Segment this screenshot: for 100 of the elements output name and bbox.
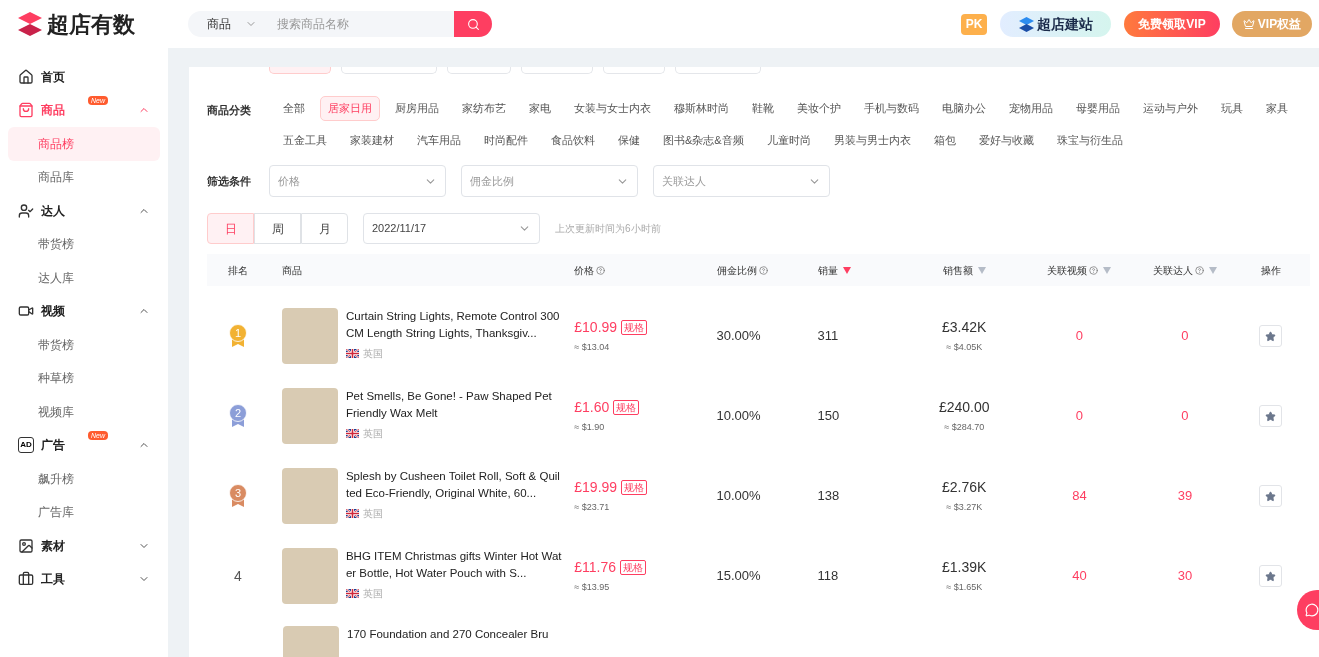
filter-pill[interactable] <box>675 67 761 74</box>
creator-count[interactable]: 0 <box>1181 406 1189 426</box>
category-tag[interactable]: 图书&杂志&音频 <box>655 128 752 153</box>
category-tag[interactable]: 家装建材 <box>342 128 402 153</box>
favorite-button[interactable] <box>1259 325 1283 347</box>
product-name[interactable]: 170 Foundation and 270 Concealer Bru <box>347 626 563 643</box>
country-label: 英国 <box>362 347 383 361</box>
product-name[interactable]: Curtain String Lights, Remote Control 300CM Length String Lights, Thanksgiv... <box>345 308 562 342</box>
nav-item[interactable]: 广告 <box>41 436 65 455</box>
category-tag[interactable]: 保健 <box>610 128 648 153</box>
nav-subitem[interactable]: 带货榜 <box>8 227 160 261</box>
category-tag[interactable]: 电脑办公 <box>934 96 994 121</box>
nav-subitem[interactable]: 广告库 <box>8 495 160 529</box>
favorite-button[interactable] <box>1259 565 1283 587</box>
commission-rate: 10.00% <box>716 487 761 506</box>
column-heading[interactable]: 销售额 <box>942 262 973 278</box>
creator-count[interactable]: 30 <box>1177 566 1193 586</box>
nav-subitem[interactable]: 带货榜 <box>8 328 160 362</box>
category-tag[interactable]: 母婴用品 <box>1068 96 1128 121</box>
filter-pill[interactable] <box>269 67 331 74</box>
nav-item[interactable]: 首页 <box>41 67 65 86</box>
photo-placeholder <box>281 468 338 524</box>
column-heading: 操作 <box>1260 263 1281 278</box>
logo-text: 超店有数 <box>47 10 135 39</box>
spec-tag[interactable]: 规格 <box>621 320 648 336</box>
help-icon <box>1194 265 1204 275</box>
category-tag[interactable]: 美妆个护 <box>789 96 849 121</box>
update-note: 上次更新时间为6小时前 <box>555 222 661 236</box>
period-tab[interactable]: 周 <box>254 213 301 244</box>
category-tag[interactable]: 五金工具 <box>275 128 335 153</box>
category-tag[interactable]: 家电 <box>521 96 559 121</box>
product-name[interactable]: Pet Smells, Be Gone! - Paw Shaped Pet Friendly Wax Melt <box>345 388 562 422</box>
column-heading[interactable]: 关联视频 <box>1047 262 1099 278</box>
star-icon <box>1265 410 1277 422</box>
search-bar[interactable]: 商品 搜索商品名称 <box>188 11 492 37</box>
category-tag[interactable]: 汽车用品 <box>409 128 469 153</box>
sort-arrow-icon[interactable] <box>1208 266 1217 274</box>
spec-tag[interactable]: 规格 <box>613 400 640 416</box>
search-field[interactable]: 搜索商品名称 <box>277 15 454 33</box>
creator-count[interactable]: 39 <box>1177 486 1193 506</box>
sort-arrow-icon[interactable] <box>977 266 986 274</box>
favorite-button[interactable] <box>1259 405 1283 427</box>
spec-tag[interactable]: 规格 <box>621 480 648 496</box>
nav-item[interactable]: 达人 <box>41 201 65 220</box>
nav-item[interactable]: 视频 <box>41 302 65 321</box>
nav-subitem[interactable]: 达人库 <box>8 261 160 295</box>
filter-pill[interactable] <box>341 67 437 74</box>
date-select[interactable]: 2022/11/17 <box>363 213 540 244</box>
site-builder-button[interactable]: 超店建站 <box>1000 11 1111 37</box>
category-tag[interactable]: 时尚配件 <box>476 128 536 153</box>
search-scope-select[interactable]: 商品 <box>188 15 277 33</box>
filter-pill[interactable] <box>521 67 593 74</box>
sort-arrow-icon[interactable] <box>842 266 851 274</box>
nav-subitem[interactable]: 视频库 <box>8 395 160 429</box>
nav-subitem[interactable]: 飙升榜 <box>8 462 160 496</box>
period-tab[interactable]: 月 <box>301 213 348 244</box>
category-tag[interactable]: 女装与女士内衣 <box>566 96 659 121</box>
product-name[interactable]: BHG ITEM Christmas gifts Winter Hot Water Bottle, Hot Water Pouch with S... <box>345 548 562 582</box>
column-heading[interactable]: 关联达人 <box>1152 262 1204 278</box>
category-tag[interactable]: 家纺布艺 <box>454 96 514 121</box>
column-heading: 佣金比例 <box>716 262 768 278</box>
spec-tag[interactable]: 规格 <box>620 560 647 576</box>
country-label: 英国 <box>362 587 383 601</box>
nav-item[interactable]: 工具 <box>41 570 65 589</box>
category-tag[interactable]: 箱包 <box>925 128 964 153</box>
category-tag[interactable]: 食品饮料 <box>543 128 603 153</box>
filter-pill[interactable] <box>447 67 511 74</box>
nav-subitem[interactable]: 种草榜 <box>8 361 160 395</box>
favorite-button[interactable] <box>1259 485 1283 507</box>
product-name[interactable]: Splesh by Cusheen Toilet Roll, Soft & Quilted Eco-Friendly, Original White, 60... <box>345 468 562 502</box>
help-icon <box>758 265 768 275</box>
nav-item[interactable]: 素材 <box>41 536 65 555</box>
category-tag[interactable]: 宠物用品 <box>1001 96 1061 121</box>
video-count[interactable]: 0 <box>1075 406 1084 426</box>
search-button[interactable] <box>454 11 492 37</box>
sales-count: 118 <box>817 567 839 586</box>
category-tag[interactable]: 珠宝与衍生品 <box>1048 128 1131 153</box>
nav-subitem[interactable]: 商品库 <box>8 160 160 194</box>
column-heading[interactable]: 销量 <box>817 262 838 278</box>
category-tag[interactable]: 穆斯林时尚 <box>666 96 737 121</box>
category-tag[interactable]: 家具 <box>1258 96 1296 121</box>
category-tag[interactable]: 爱好与收藏 <box>970 128 1042 153</box>
video-count[interactable]: 40 <box>1072 566 1087 586</box>
category-tag[interactable]: 男装与男士内衣 <box>825 128 919 153</box>
category-tag[interactable]: 厨房用品 <box>387 96 447 121</box>
sales-amount: £3.42K <box>942 318 987 338</box>
filter-pill[interactable] <box>603 67 665 74</box>
sales-amount: £240.00 <box>938 398 990 418</box>
creator-count[interactable]: 0 <box>1181 326 1189 346</box>
rank-number: 4 <box>233 566 242 586</box>
tool-icon <box>18 571 34 588</box>
sort-arrow-icon[interactable] <box>1103 266 1112 274</box>
uk-flag-icon <box>345 509 359 518</box>
category-tag[interactable]: 儿童时尚 <box>758 128 819 153</box>
category-tag[interactable]: 运动与户外 <box>1135 96 1206 121</box>
category-tag[interactable]: 全部 <box>275 96 313 121</box>
category-tag[interactable]: 鞋靴 <box>744 96 782 121</box>
category-tag[interactable]: 玩具 <box>1213 96 1251 121</box>
category-tag[interactable]: 手机与数码 <box>856 96 927 121</box>
video-count[interactable]: 0 <box>1075 326 1084 346</box>
